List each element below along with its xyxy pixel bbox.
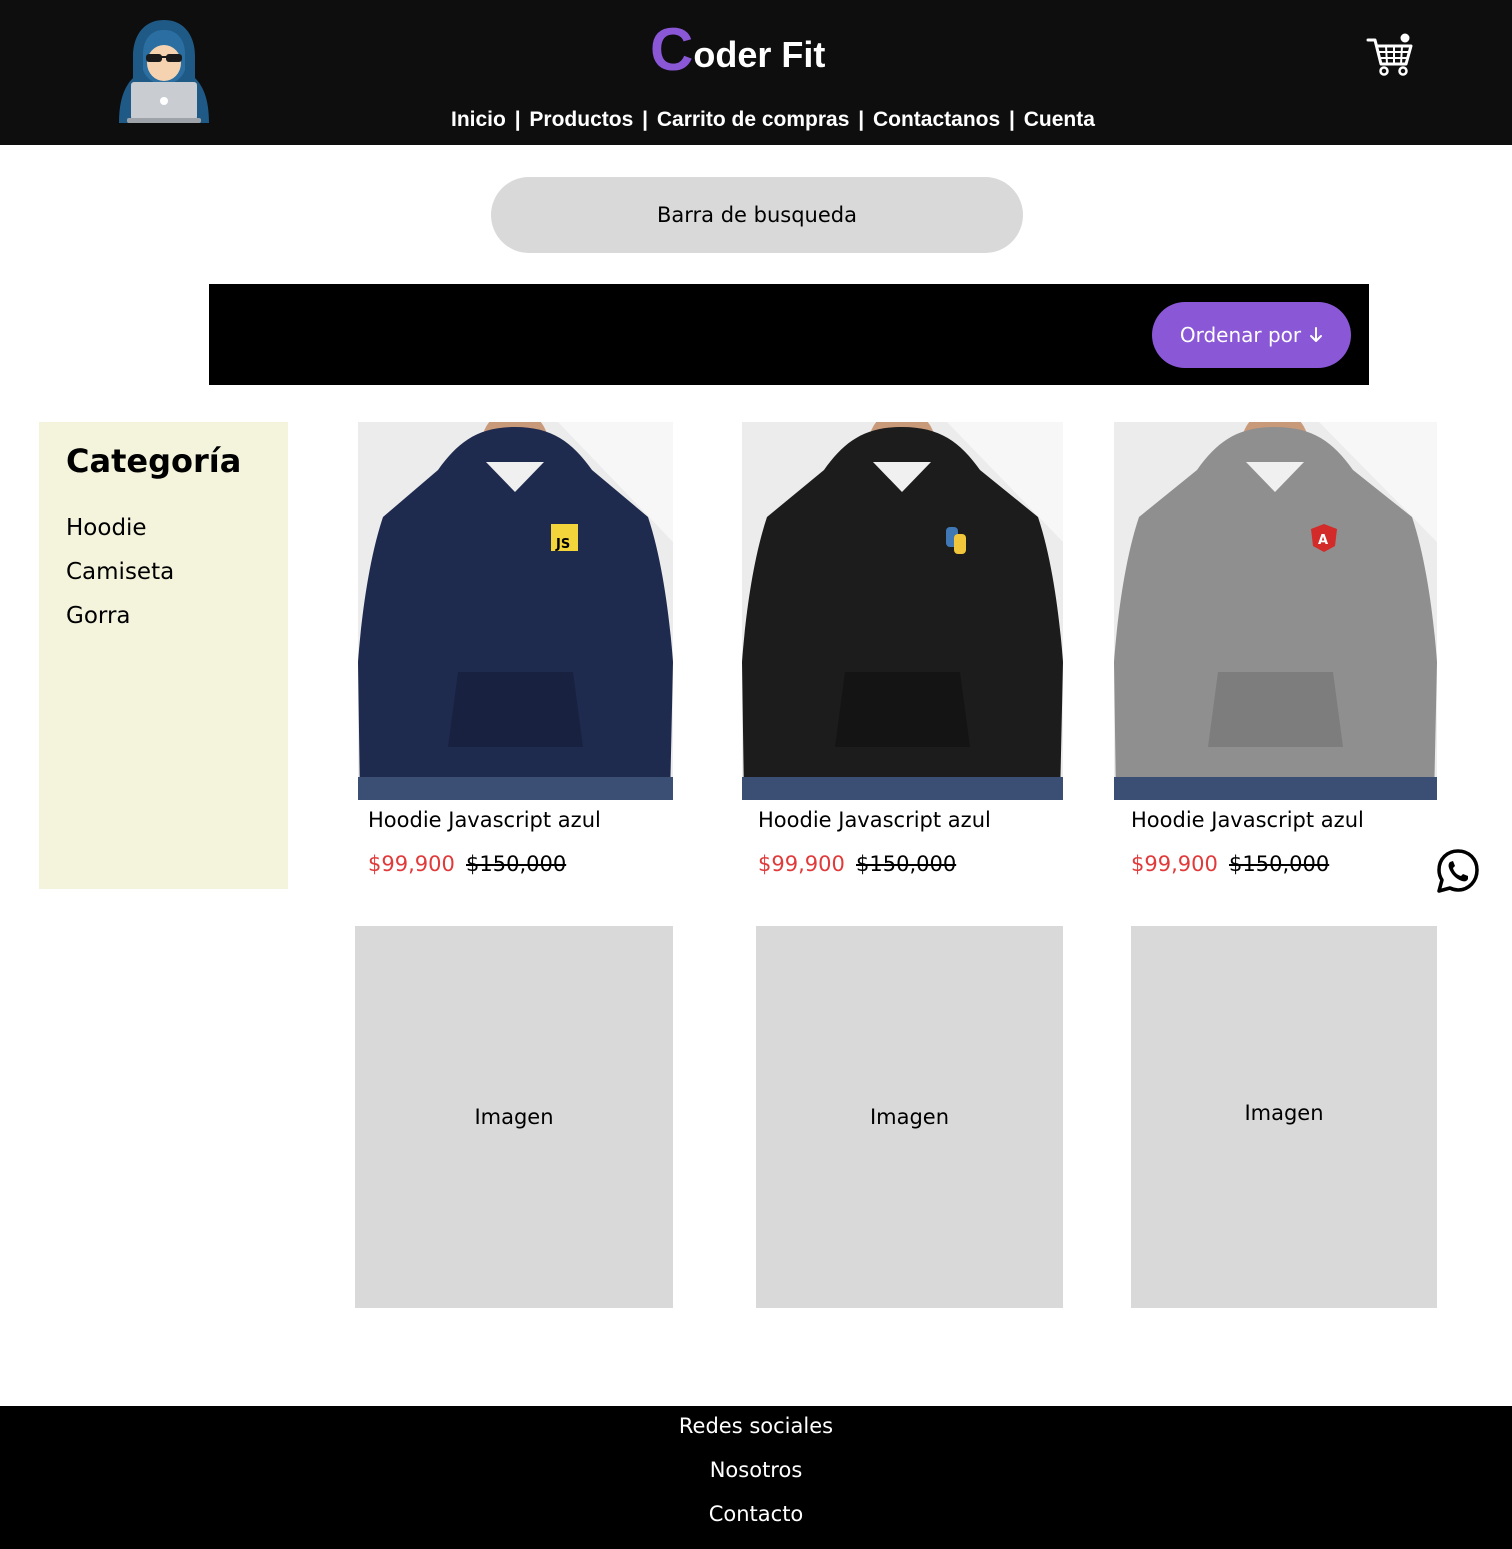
product-image-hoodie-navy[interactable]: JS xyxy=(358,422,673,800)
category-item-hoodie[interactable]: Hoodie xyxy=(66,506,288,550)
image-placeholder[interactable]: Imagen xyxy=(1131,926,1437,1308)
category-item-gorra[interactable]: Gorra xyxy=(66,594,288,638)
product-old-price: $150,000 xyxy=(1229,852,1330,876)
product-image-hoodie-black[interactable] xyxy=(742,422,1063,800)
footer-link-redes[interactable]: Redes sociales xyxy=(0,1406,1512,1450)
product-card[interactable]: A Hoodie Javascript azul $99,900 $150,00… xyxy=(1114,422,1437,892)
nav-inicio[interactable]: Inicio xyxy=(451,108,506,131)
product-title[interactable]: Hoodie Javascript azul xyxy=(368,808,601,832)
search-input[interactable] xyxy=(491,177,1023,253)
nav-separator: | xyxy=(858,108,865,131)
image-placeholder-label: Imagen xyxy=(474,1105,554,1129)
svg-text:JS: JS xyxy=(555,537,570,552)
hacker-avatar-logo[interactable] xyxy=(117,18,211,125)
image-placeholder[interactable]: Imagen xyxy=(756,926,1063,1308)
nav-contactanos[interactable]: Contactanos xyxy=(873,108,1000,131)
product-card[interactable]: Hoodie Javascript azul $99,900 $150,000 xyxy=(742,422,1063,892)
category-title: Categoría xyxy=(66,442,242,480)
brand-title[interactable]: Coder Fit xyxy=(650,20,825,80)
header: Coder Fit Inicio | Productos | Carrito d… xyxy=(0,0,1512,145)
brand-initial: C xyxy=(650,16,694,83)
nav-productos[interactable]: Productos xyxy=(529,108,633,131)
svg-text:A: A xyxy=(1318,533,1328,548)
product-old-price: $150,000 xyxy=(856,852,957,876)
sort-button[interactable]: Ordenar por xyxy=(1152,302,1351,368)
product-card[interactable]: JS Hoodie Javascript azul $99,900 $150,0… xyxy=(358,422,673,892)
main-nav: Inicio | Productos | Carrito de compras … xyxy=(451,108,1095,132)
brand-name: oder Fit xyxy=(693,34,826,75)
nav-separator: | xyxy=(642,108,648,131)
product-image-hoodie-gray[interactable]: A xyxy=(1114,422,1437,800)
image-placeholder-label: Imagen xyxy=(869,1105,950,1129)
nav-cuenta[interactable]: Cuenta xyxy=(1024,108,1095,131)
sort-button-label: Ordenar por xyxy=(1179,323,1302,347)
arrow-down-icon xyxy=(1310,327,1323,342)
image-placeholder[interactable]: Imagen xyxy=(355,926,673,1308)
nav-separator: | xyxy=(514,108,521,131)
nav-carrito[interactable]: Carrito de compras xyxy=(657,108,850,131)
product-price: $99,900 xyxy=(1131,852,1218,876)
nav-separator: | xyxy=(1009,108,1015,131)
footer: Redes sociales Nosotros Contacto xyxy=(0,1406,1512,1549)
category-sidebar: Categoría Hoodie Camiseta Gorra xyxy=(39,422,288,889)
product-price: $99,900 xyxy=(758,852,845,876)
shopping-cart-icon[interactable] xyxy=(1366,32,1414,78)
footer-link-nosotros[interactable]: Nosotros xyxy=(0,1450,1512,1494)
image-placeholder-label: Imagen xyxy=(1244,1101,1324,1125)
product-old-price: $150,000 xyxy=(466,852,567,876)
product-title[interactable]: Hoodie Javascript azul xyxy=(758,808,991,832)
product-price: $99,900 xyxy=(368,852,455,876)
whatsapp-icon[interactable] xyxy=(1435,848,1481,894)
product-title[interactable]: Hoodie Javascript azul xyxy=(1131,808,1364,832)
footer-link-contacto[interactable]: Contacto xyxy=(0,1494,1512,1538)
category-item-camiseta[interactable]: Camiseta xyxy=(66,550,288,594)
category-list: Hoodie Camiseta Gorra xyxy=(66,506,288,638)
